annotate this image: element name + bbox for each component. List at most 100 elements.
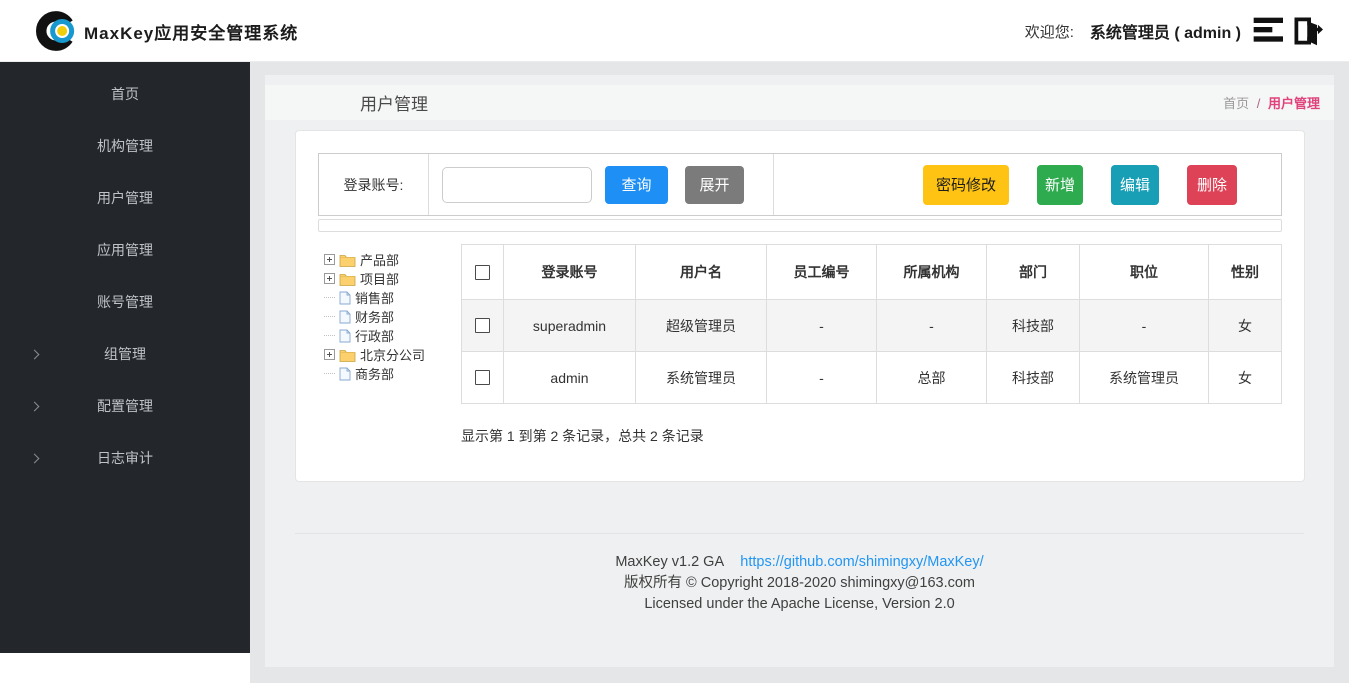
expand-plus-icon[interactable] [324,349,335,360]
cell-department: 科技部 [987,352,1080,404]
cell-organization: - [877,300,987,352]
cell-employee-id: - [767,352,877,404]
tree-node-label[interactable]: 商务部 [355,364,394,383]
tree-node-label[interactable]: 行政部 [355,326,394,345]
tree-connector [324,316,335,317]
content-wrapper: 用户管理 首页 / 用户管理 登录账号: 查询 展开 [265,75,1334,667]
github-link[interactable]: https://github.com/shimingxy/MaxKey/ [740,554,983,570]
select-all-cell [462,245,504,300]
page-title: 用户管理 [360,90,428,115]
file-icon [339,291,351,305]
menu-list-icon[interactable] [1253,15,1289,47]
folder-icon [339,348,356,362]
footer-copyright: 版权所有 © Copyright 2018-2020 shimingxy@163… [295,575,1304,591]
file-icon [339,367,351,381]
chevron-right-icon [30,454,40,464]
footer-license: Licensed under the Apache License, Versi… [295,596,1304,612]
tree-node[interactable]: 行政部 [324,326,461,345]
sidebar-item-applications[interactable]: 应用管理 [0,224,250,276]
action-buttons: 密码修改 新增 编辑 删除 [774,154,1281,215]
column-header: 职位 [1080,245,1209,300]
sidebar-item-groups[interactable]: 组管理 [0,328,250,380]
cell-position: 系统管理员 [1080,352,1209,404]
brand: MaxKey应用安全管理系统 [36,0,298,62]
tree-node-label[interactable]: 销售部 [355,288,394,307]
add-button[interactable]: 新增 [1037,165,1083,205]
sidebar-item-users[interactable]: 用户管理 [0,172,250,224]
brand-title: MaxKey应用安全管理系统 [84,19,298,44]
file-icon [339,310,351,324]
tree-node[interactable]: 商务部 [324,364,461,383]
row-checkbox[interactable] [475,370,490,385]
tree-connector [324,297,335,298]
folder-icon [339,253,356,267]
sidebar-item-home[interactable]: 首页 [0,68,250,120]
tree-node[interactable]: 财务部 [324,307,461,326]
expand-plus-icon[interactable] [324,273,335,284]
table-row[interactable]: admin 系统管理员 - 总部 科技部 系统管理员 女 [462,352,1282,404]
sidebar-item-configuration[interactable]: 配置管理 [0,380,250,432]
table-row[interactable]: superadmin 超级管理员 - - 科技部 - 女 [462,300,1282,352]
sidebar-item-label: 首页 [111,86,139,102]
tree-node-label[interactable]: 项目部 [360,269,399,288]
tree-node-label[interactable]: 财务部 [355,307,394,326]
row-select-cell [462,352,504,404]
cell-gender: 女 [1209,352,1282,404]
breadcrumb-separator: / [1257,96,1261,111]
page-footer: MaxKey v1.2 GA https://github.com/shimin… [295,533,1304,612]
current-user: 系统管理员 ( admin ) [1090,19,1241,43]
login-account-input[interactable] [442,167,592,203]
maxkey-logo-icon [36,8,82,54]
pagination-info: 显示第 1 到第 2 条记录，总共 2 条记录 [461,426,1282,446]
query-button[interactable]: 查询 [605,166,668,204]
breadcrumb: 首页 / 用户管理 [1223,93,1320,112]
tree-node-label[interactable]: 北京分公司 [360,345,425,364]
cell-position: - [1080,300,1209,352]
tree-node[interactable]: 北京分公司 [324,345,461,364]
tree-connector [324,335,335,336]
sidebar-item-label: 组管理 [104,346,146,362]
edit-button[interactable]: 编辑 [1111,165,1159,205]
sidebar-item-accounts[interactable]: 账号管理 [0,276,250,328]
cell-login-account: admin [504,352,636,404]
cell-employee-id: - [767,300,877,352]
expand-plus-icon[interactable] [324,254,335,265]
chevron-right-icon [30,350,40,360]
tree-node[interactable]: 销售部 [324,288,461,307]
column-header: 部门 [987,245,1080,300]
content-card: 登录账号: 查询 展开 密码修改 新增 编辑 删除 [295,130,1305,482]
sidebar-item-label: 账号管理 [97,294,153,310]
main-area: 用户管理 首页 / 用户管理 登录账号: 查询 展开 [250,62,1349,683]
file-icon [339,329,351,343]
sidebar-item-label: 配置管理 [97,398,153,414]
breadcrumb-current: 用户管理 [1268,96,1320,111]
breadcrumb-home-link[interactable]: 首页 [1223,96,1249,111]
column-header: 员工编号 [767,245,877,300]
row-checkbox[interactable] [475,318,490,333]
tree-node[interactable]: 项目部 [324,269,461,288]
tree-node-label[interactable]: 产品部 [360,250,399,269]
tree-and-table: 产品部 项目部 销售部 [318,244,1282,446]
sidebar-item-label: 应用管理 [97,242,153,258]
tree-node[interactable]: 产品部 [324,250,461,269]
search-controls: 查询 展开 [429,154,774,215]
cell-username: 系统管理员 [636,352,767,404]
header-user-area: 欢迎您: 系统管理员 ( admin ) [1025,0,1327,62]
sidebar-item-label: 日志审计 [97,450,153,466]
cell-login-account: superadmin [504,300,636,352]
delete-button[interactable]: 删除 [1187,165,1237,205]
logout-icon[interactable] [1289,13,1327,49]
cell-username: 超级管理员 [636,300,767,352]
column-header: 用户名 [636,245,767,300]
title-bar: 用户管理 首页 / 用户管理 [265,75,1334,110]
change-password-button[interactable]: 密码修改 [923,165,1009,205]
cell-organization: 总部 [877,352,987,404]
select-all-checkbox[interactable] [475,265,490,280]
sidebar-item-audit-logs[interactable]: 日志审计 [0,432,250,484]
sidebar-item-organizations[interactable]: 机构管理 [0,120,250,172]
expand-button[interactable]: 展开 [685,166,744,204]
app-window: MaxKey应用安全管理系统 欢迎您: 系统管理员 ( admin ) [0,0,1349,683]
sidebar-item-label: 机构管理 [97,138,153,154]
row-select-cell [462,300,504,352]
collapsed-advanced-search-strip [318,219,1282,232]
